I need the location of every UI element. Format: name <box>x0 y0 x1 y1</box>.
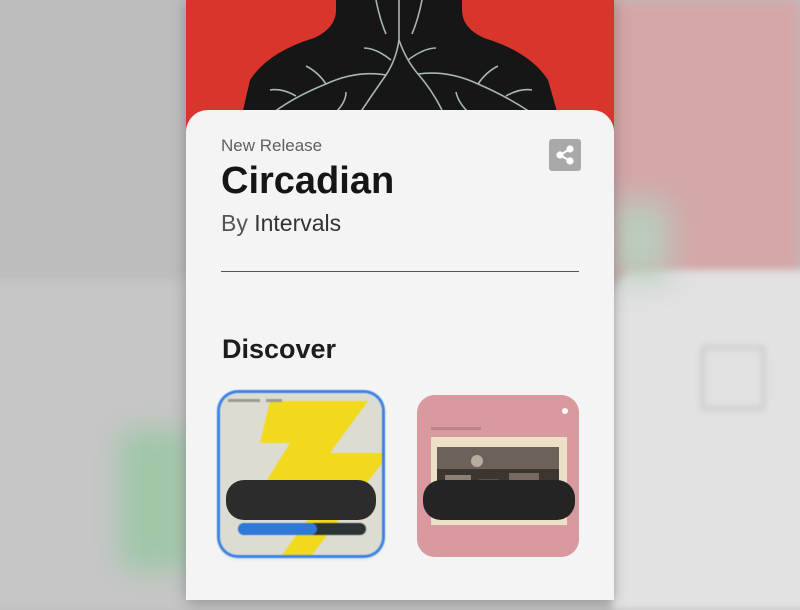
release-card: New Release Circadian By Intervals Disco… <box>186 110 614 600</box>
discover-tile-lightning[interactable] <box>220 393 382 555</box>
phone-screen: New Release Circadian By Intervals Disco… <box>186 0 614 600</box>
artist-name[interactable]: Intervals <box>254 210 341 236</box>
discover-tile-vintage[interactable] <box>417 395 579 557</box>
byline-prefix: By <box>221 210 248 236</box>
divider <box>221 271 579 272</box>
background-green-blob <box>610 200 670 280</box>
discover-heading: Discover <box>222 334 337 364</box>
playback-progress-fill <box>238 523 318 535</box>
background-ghost-icon <box>700 345 766 411</box>
discover-tile-dark[interactable] <box>226 480 376 520</box>
release-kicker: New Release <box>221 136 323 155</box>
release-byline: By Intervals <box>221 210 341 237</box>
background-green-blob <box>120 430 190 570</box>
release-title: Circadian <box>221 160 395 202</box>
playback-progress-bar[interactable] <box>238 523 366 535</box>
background-card <box>612 270 800 610</box>
share-icon <box>556 145 574 165</box>
discover-tile-dark[interactable] <box>423 480 575 520</box>
vintage-photo-art <box>417 395 579 557</box>
share-button[interactable] <box>549 139 581 171</box>
